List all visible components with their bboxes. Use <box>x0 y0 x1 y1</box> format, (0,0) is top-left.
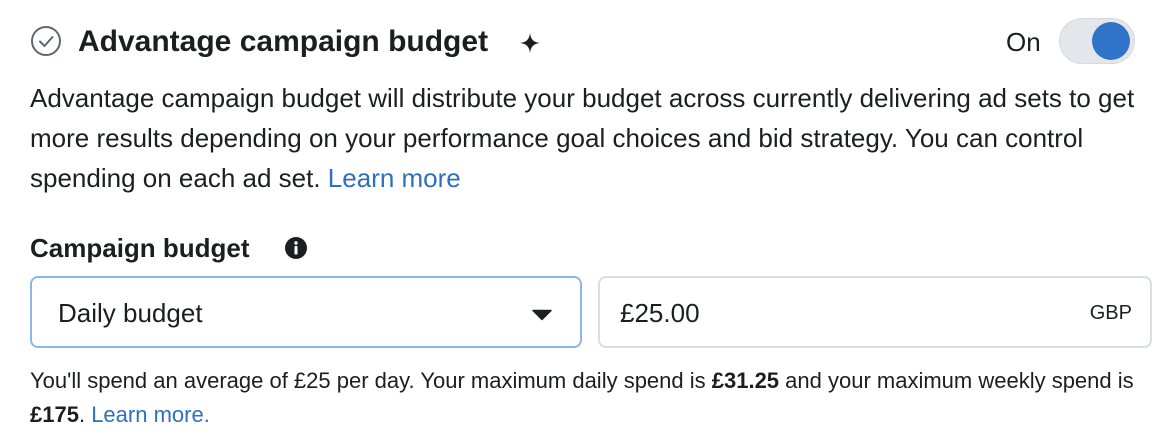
budget-type-value: Daily budget <box>58 298 203 328</box>
spend-note-part3: . <box>78 402 92 427</box>
budget-amount-input[interactable]: £25.00 GBP <box>598 276 1152 348</box>
sparkle-icon <box>520 33 540 53</box>
info-icon[interactable] <box>284 236 308 260</box>
advantage-budget-header: Advantage campaign budget On <box>30 18 1140 66</box>
caret-down-icon <box>532 309 552 321</box>
budget-type-select[interactable]: Daily budget <box>30 276 582 348</box>
circle-check-icon <box>31 26 61 56</box>
spend-note-part2: and your maximum weekly spend is <box>779 368 1134 393</box>
advantage-budget-toggle[interactable] <box>1059 18 1135 64</box>
spend-note-part1: You'll spend an average of £25 per day. … <box>30 368 712 393</box>
max-daily-spend: £31.25 <box>711 368 780 393</box>
toggle-label: On <box>1006 27 1041 57</box>
description-text: Advantage campaign budget will distribut… <box>30 83 1135 193</box>
budget-amount-value: £25.00 <box>620 298 700 328</box>
learn-more-link[interactable]: Learn more <box>328 163 461 193</box>
advantage-budget-description: Advantage campaign budget will distribut… <box>30 78 1140 198</box>
advantage-budget-title: Advantage campaign budget <box>78 25 489 58</box>
campaign-budget-label: Campaign budget <box>30 233 250 263</box>
max-weekly-spend: £175 <box>30 402 79 427</box>
currency-label: GBP <box>1089 302 1132 324</box>
toggle-knob <box>1092 22 1130 60</box>
campaign-budget-label-row: Campaign budget <box>30 230 307 266</box>
spend-note: You'll spend an average of £25 per day. … <box>30 364 1150 432</box>
spend-learn-more-link[interactable]: Learn more. <box>91 402 210 427</box>
